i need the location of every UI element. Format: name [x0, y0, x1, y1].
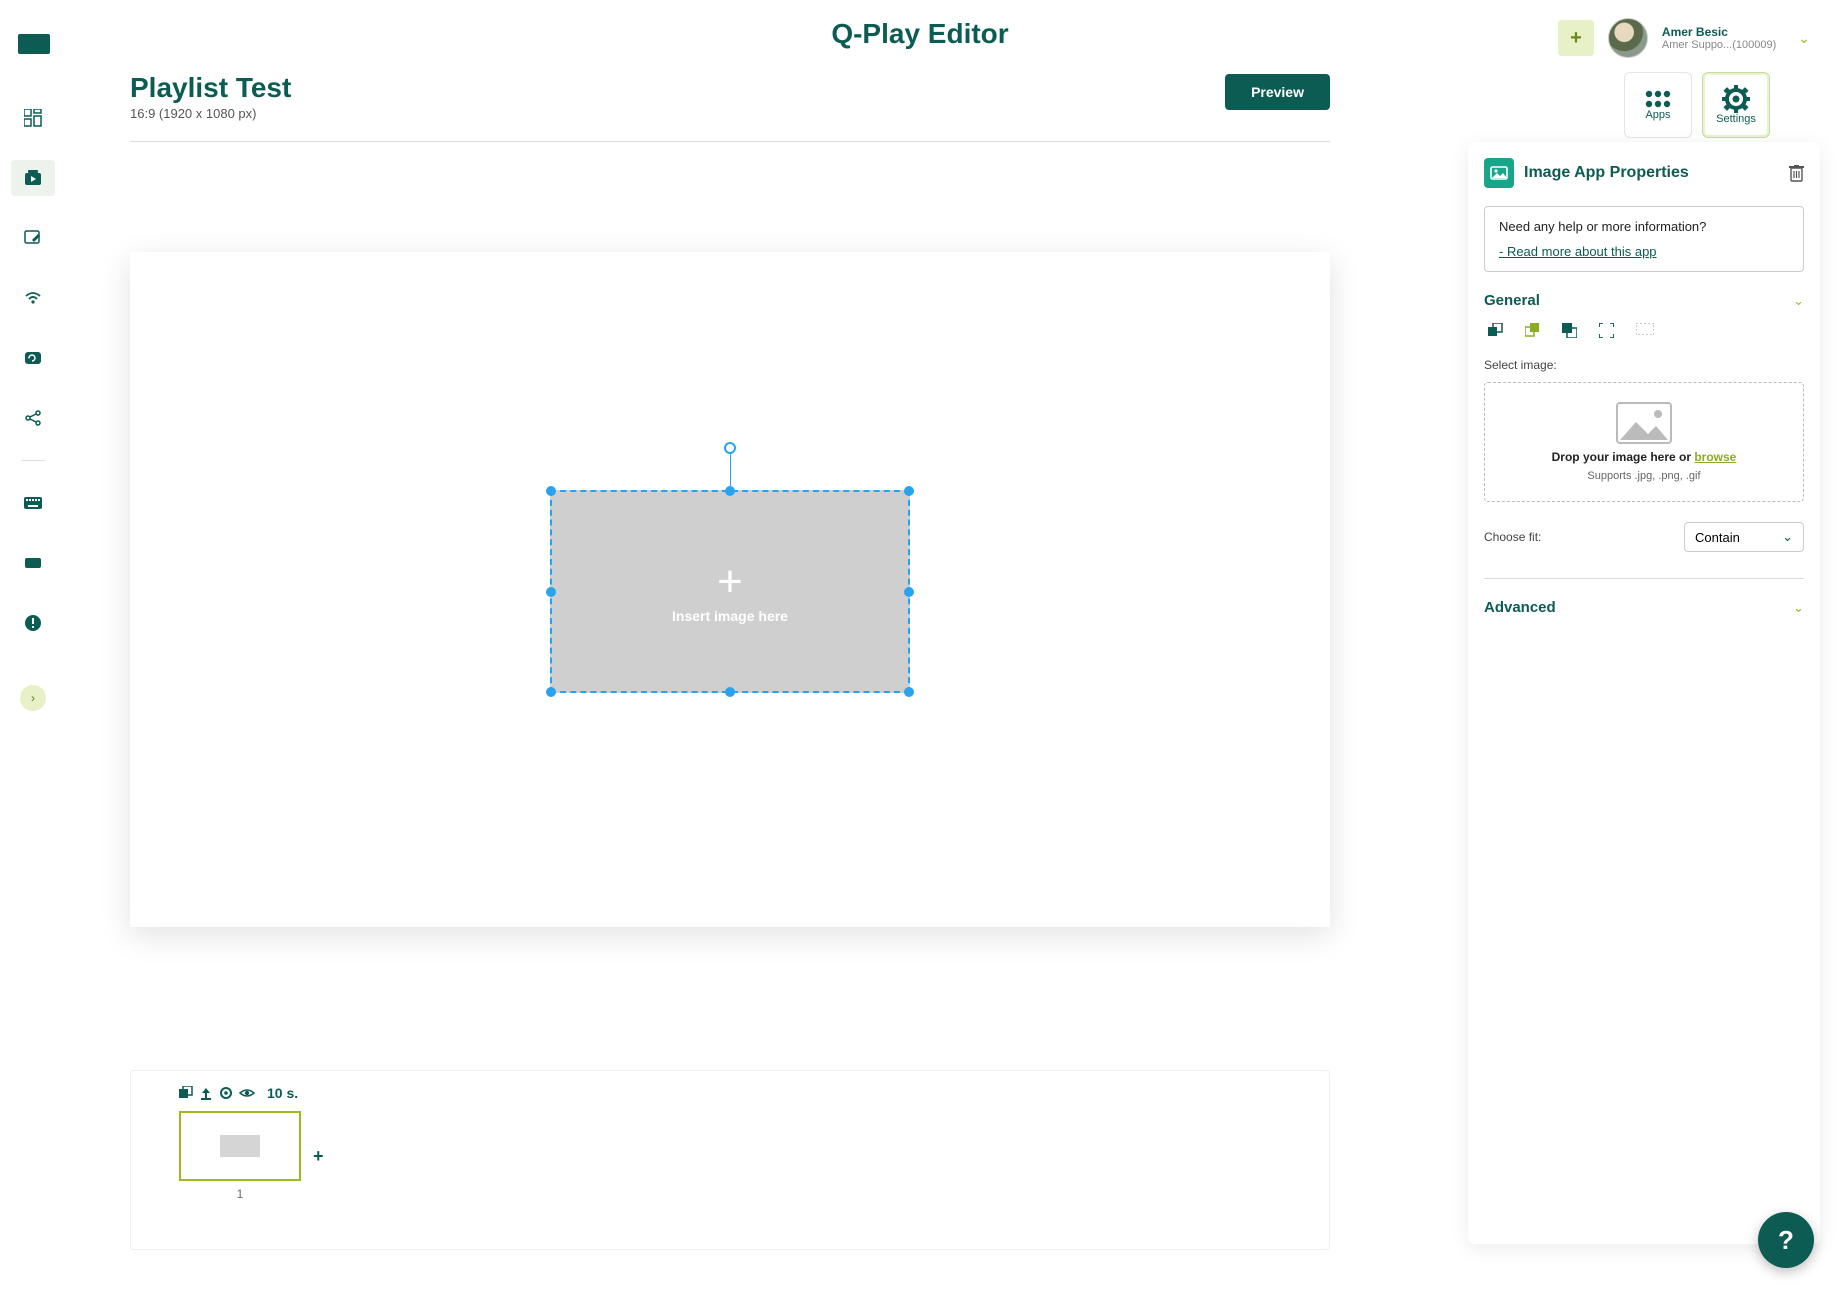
resize-handle-r[interactable]: [904, 587, 914, 597]
dropzone-text: Drop your image here or browse: [1552, 450, 1737, 464]
sidebar: ›: [0, 80, 66, 1294]
app-title: Q-Play Editor: [831, 18, 1008, 50]
resize-handle-tr[interactable]: [904, 486, 914, 496]
gear-icon: [1722, 85, 1750, 113]
canvas[interactable]: + Insert image here: [130, 252, 1330, 927]
dropzone-subtext: Supports .jpg, .png, .gif: [1587, 470, 1700, 482]
grid-icon: [1644, 89, 1672, 109]
resize-handle-bl[interactable]: [546, 687, 556, 697]
timeline-eye-icon[interactable]: [239, 1087, 255, 1099]
help-box: Need any help or more information? - Rea…: [1484, 206, 1804, 272]
tab-apps[interactable]: Apps: [1624, 72, 1692, 138]
plus-icon: +: [717, 560, 743, 604]
sidebar-expand[interactable]: ›: [20, 685, 46, 711]
sidebar-edit[interactable]: [11, 220, 55, 256]
resize-handle-b[interactable]: [725, 687, 735, 697]
sidebar-alert[interactable]: [11, 605, 55, 641]
sidebar-dashboard[interactable]: [11, 100, 55, 136]
timeline-gear-icon[interactable]: [219, 1086, 233, 1100]
timeline: 10 s. 1 +: [130, 1070, 1330, 1250]
add-button[interactable]: +: [1558, 20, 1594, 56]
select-image-label: Select image:: [1484, 358, 1804, 372]
sidebar-media[interactable]: [11, 160, 55, 196]
layer-front-icon[interactable]: [1525, 323, 1540, 338]
chevron-down-icon[interactable]: ⌄: [1798, 30, 1810, 47]
browse-link[interactable]: browse: [1694, 450, 1736, 464]
section-advanced-title: Advanced: [1484, 599, 1556, 616]
preview-button[interactable]: Preview: [1225, 74, 1330, 110]
image-dropzone[interactable]: Drop your image here or browse Supports …: [1484, 382, 1804, 502]
sidebar-sync[interactable]: [11, 340, 55, 376]
rotation-line: [730, 450, 731, 486]
delete-button[interactable]: [1789, 165, 1804, 182]
panel-divider: [1484, 578, 1804, 579]
tab-settings-label: Settings: [1716, 113, 1756, 125]
rotation-handle[interactable]: [724, 442, 736, 454]
slide-number: 1: [179, 1187, 301, 1201]
sidebar-divider: [21, 460, 45, 461]
help-fab[interactable]: ?: [1758, 1212, 1814, 1268]
properties-panel: Image App Properties Need any help or mo…: [1468, 142, 1820, 1244]
timeline-duplicate-icon[interactable]: [179, 1086, 193, 1100]
slide-duration: 10 s.: [267, 1085, 298, 1101]
chevron-down-icon: ⌄: [1793, 600, 1804, 616]
help-question: Need any help or more information?: [1499, 219, 1789, 234]
sidebar-share[interactable]: [11, 400, 55, 436]
fullscreen-icon[interactable]: [1599, 323, 1614, 338]
avatar[interactable]: [1608, 18, 1648, 58]
resize-handle-br[interactable]: [904, 687, 914, 697]
user-info[interactable]: Amer Besic Amer Suppo...(100009): [1662, 25, 1776, 51]
image-app-icon: [1484, 158, 1514, 188]
page-subtitle: 16:9 (1920 x 1080 px): [130, 106, 291, 121]
panel-title: Image App Properties: [1524, 164, 1689, 182]
tab-settings[interactable]: Settings: [1702, 72, 1770, 138]
sidebar-keyboard[interactable]: [11, 485, 55, 521]
section-general[interactable]: General ⌄: [1484, 292, 1804, 309]
page-title: Playlist Test: [130, 72, 291, 104]
placeholder-label: Insert image here: [672, 608, 788, 624]
layer-back-icon[interactable]: [1488, 323, 1503, 338]
header-divider: [130, 141, 1330, 142]
sidebar-label[interactable]: [11, 545, 55, 581]
chevron-down-icon: ⌄: [1782, 529, 1793, 545]
user-org: Amer Suppo...(100009): [1662, 39, 1776, 51]
image-placeholder[interactable]: + Insert image here: [550, 490, 910, 693]
section-general-title: General: [1484, 292, 1540, 309]
user-name: Amer Besic: [1662, 25, 1776, 39]
timeline-upload-icon[interactable]: [199, 1086, 213, 1100]
fit-value: Contain: [1695, 530, 1740, 545]
aspect-ratio-icon[interactable]: [1636, 323, 1654, 338]
slide-thumbnail-1[interactable]: [179, 1111, 301, 1181]
resize-handle-l[interactable]: [546, 587, 556, 597]
tab-apps-label: Apps: [1645, 109, 1670, 121]
fit-select[interactable]: Contain ⌄: [1684, 522, 1804, 552]
help-link[interactable]: - Read more about this app: [1499, 244, 1657, 259]
resize-handle-tl[interactable]: [546, 486, 556, 496]
image-placeholder-icon: [1616, 402, 1672, 444]
duplicate-icon[interactable]: [1562, 323, 1577, 338]
section-advanced[interactable]: Advanced ⌄: [1484, 599, 1804, 616]
slide-mini-placeholder: [220, 1135, 260, 1157]
resize-handle-t[interactable]: [725, 486, 735, 496]
sidebar-wifi[interactable]: [11, 280, 55, 316]
fit-label: Choose fit:: [1484, 530, 1541, 544]
add-slide-button[interactable]: +: [313, 1146, 324, 1167]
chevron-down-icon: ⌄: [1793, 293, 1804, 309]
logo-block[interactable]: [18, 34, 50, 54]
